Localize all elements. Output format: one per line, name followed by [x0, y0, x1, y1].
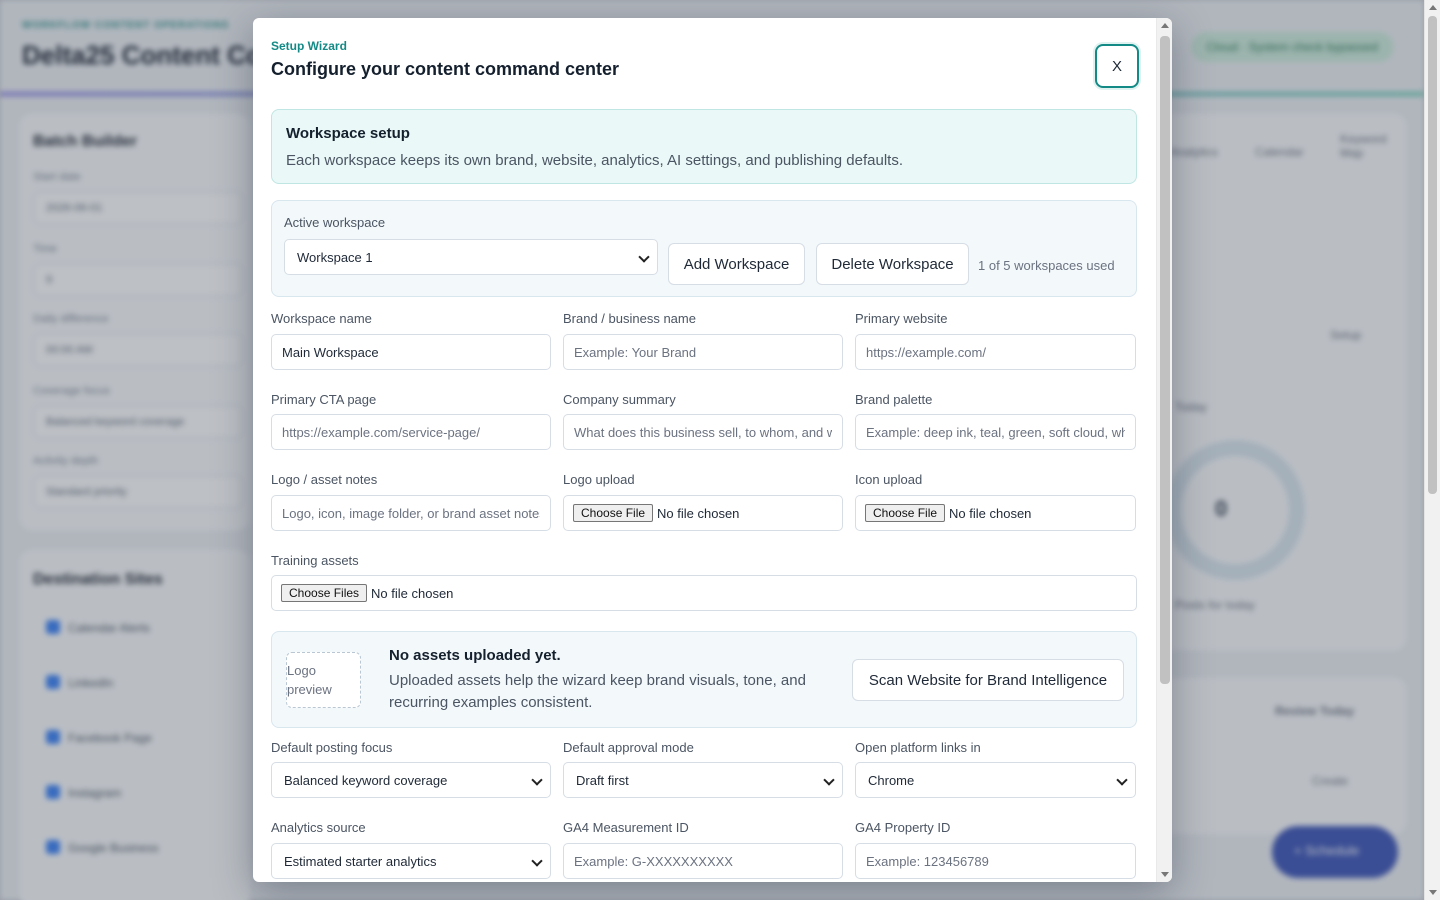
chevron-down-icon — [531, 774, 543, 786]
training-file-status: No file chosen — [371, 585, 454, 601]
assets-title: No assets uploaded yet. — [389, 647, 561, 664]
primary-website-field[interactable] — [855, 334, 1136, 370]
platform-links-value: Chrome — [868, 772, 915, 788]
ga4-measurement-label: GA4 Measurement ID — [563, 820, 689, 835]
scan-website-button[interactable]: Scan Website for Brand Intelligence — [852, 659, 1124, 701]
modal-scroll-down-icon[interactable] — [1161, 872, 1169, 877]
analytics-source-value: Estimated starter analytics — [284, 853, 437, 869]
posting-focus-label: Default posting focus — [271, 740, 393, 755]
workspace-setup-info: Workspace setup Each workspace keeps its… — [271, 109, 1137, 184]
posting-focus-select[interactable]: Balanced keyword coverage — [271, 762, 551, 798]
workspace-select[interactable]: Workspace 1 — [284, 239, 658, 275]
modal-scroll-up-icon[interactable] — [1161, 23, 1169, 28]
brand-name-label: Brand / business name — [563, 311, 696, 326]
workspace-count: 1 of 5 workspaces used — [978, 258, 1115, 273]
icon-upload-input[interactable]: Choose File No file chosen — [855, 495, 1136, 531]
chevron-down-icon — [1116, 774, 1128, 786]
training-assets-label: Training assets — [271, 553, 359, 568]
platform-links-label: Open platform links in — [855, 740, 981, 755]
wizard-title: Configure your content command center — [271, 59, 620, 79]
active-workspace-panel: Active workspace Workspace 1 Add Workspa… — [271, 200, 1137, 297]
approval-mode-select[interactable]: Draft first — [563, 762, 843, 798]
cta-page-label: Primary CTA page — [271, 392, 377, 407]
modal-scroll-thumb[interactable] — [1160, 36, 1170, 684]
wizard-eyebrow: Setup Wizard — [271, 39, 347, 53]
posting-focus-value: Balanced keyword coverage — [284, 772, 448, 788]
logo-upload-input[interactable]: Choose File No file chosen — [563, 495, 843, 531]
window-scrollbar[interactable] — [1424, 0, 1440, 900]
chevron-down-icon — [823, 774, 835, 786]
approval-mode-value: Draft first — [576, 772, 629, 788]
ga4-measurement-field[interactable] — [563, 843, 843, 879]
scroll-down-icon[interactable] — [1429, 890, 1437, 895]
delete-workspace-button[interactable]: Delete Workspace — [816, 243, 969, 285]
logo-notes-field[interactable] — [271, 495, 551, 531]
brand-palette-label: Brand palette — [855, 392, 933, 407]
asset-preview-panel: Logo preview No assets uploaded yet. Upl… — [271, 631, 1137, 728]
workspace-select-value: Workspace 1 — [297, 249, 373, 265]
analytics-source-label: Analytics source — [271, 820, 366, 835]
company-summary-field[interactable] — [563, 414, 843, 450]
window-scroll-thumb[interactable] — [1428, 16, 1437, 494]
close-button[interactable]: X — [1095, 44, 1139, 88]
ga4-property-field[interactable] — [855, 843, 1136, 879]
assets-text: Uploaded assets help the wizard keep bra… — [389, 672, 806, 711]
primary-website-label: Primary website — [855, 311, 948, 326]
active-workspace-label: Active workspace — [284, 215, 386, 230]
chevron-down-icon — [638, 251, 650, 263]
logo-upload-label: Logo upload — [563, 472, 635, 487]
workspace-name-label: Workspace name — [271, 311, 372, 326]
brand-palette-field[interactable] — [855, 414, 1136, 450]
logo-file-status: No file chosen — [657, 505, 740, 521]
workspace-name-field[interactable] — [271, 334, 551, 370]
analytics-source-select[interactable]: Estimated starter analytics — [271, 843, 551, 879]
chevron-down-icon — [531, 855, 543, 867]
cta-page-field[interactable] — [271, 414, 551, 450]
setup-wizard-modal: Setup Wizard Configure your content comm… — [253, 18, 1172, 882]
icon-upload-label: Icon upload — [855, 472, 923, 487]
platform-links-select[interactable]: Chrome — [855, 762, 1136, 798]
logo-preview-label: Logo preview — [287, 663, 332, 697]
logo-choose-file-button[interactable]: Choose File — [573, 504, 654, 522]
company-summary-label: Company summary — [563, 392, 676, 407]
info-title: Workspace setup — [286, 125, 410, 142]
icon-file-status: No file chosen — [949, 505, 1032, 521]
training-assets-input[interactable]: Choose Files No file chosen — [271, 575, 1137, 611]
logo-preview: Logo preview — [286, 652, 361, 708]
scroll-up-icon[interactable] — [1429, 5, 1437, 10]
icon-choose-file-button[interactable]: Choose File — [865, 504, 946, 522]
logo-notes-label: Logo / asset notes — [271, 472, 378, 487]
approval-mode-label: Default approval mode — [563, 740, 694, 755]
training-choose-files-button[interactable]: Choose Files — [281, 584, 368, 602]
add-workspace-button[interactable]: Add Workspace — [668, 243, 805, 285]
info-text: Each workspace keeps its own brand, webs… — [286, 152, 904, 169]
brand-name-field[interactable] — [563, 334, 843, 370]
modal-scrollbar[interactable] — [1156, 18, 1172, 882]
ga4-property-label: GA4 Property ID — [855, 820, 951, 835]
